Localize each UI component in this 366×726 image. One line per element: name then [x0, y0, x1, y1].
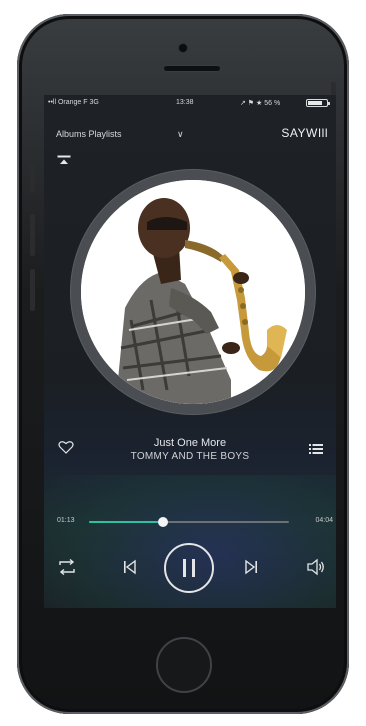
track-artist: TOMMY AND THE BOYS: [130, 451, 250, 462]
clock: 13:38: [176, 99, 194, 106]
carrier-label: ••ll Orange F 3G: [48, 99, 99, 106]
volume-down-key: [30, 269, 35, 311]
playback-controls: [44, 541, 336, 595]
home-button[interactable]: [156, 637, 212, 693]
total-time: 04:04: [315, 517, 333, 524]
earpiece-speaker: [163, 65, 221, 72]
track-info: Just One More TOMMY AND THE BOYS: [44, 437, 336, 464]
front-camera: [179, 44, 187, 52]
mute-switch: [30, 164, 35, 192]
progress-thumb[interactable]: [158, 517, 168, 527]
player-screen: ••ll Orange F 3G 13:38 ↗ ⚑ ★ 56 % Albums…: [44, 95, 336, 608]
progress-bar: 01:13 04:04: [44, 513, 336, 529]
chevron-down-icon[interactable]: ∨: [177, 129, 184, 140]
pause-icon[interactable]: [164, 543, 214, 593]
status-bar: ••ll Orange F 3G 13:38 ↗ ⚑ ★ 56 %: [44, 95, 336, 111]
progress-played: [89, 521, 163, 523]
volume-icon[interactable]: [306, 557, 326, 577]
list-icon[interactable]: [309, 442, 323, 454]
track-title: Just One More: [153, 437, 227, 449]
battery-icon: [306, 99, 330, 107]
volume-up-key: [30, 214, 35, 256]
repeat-icon[interactable]: [58, 558, 76, 576]
next-icon[interactable]: [243, 558, 259, 576]
album-art: [81, 180, 305, 404]
top-bar: Albums Playlists ∨ SAYWIll: [44, 121, 336, 140]
elapsed-time: 01:13: [57, 517, 75, 524]
status-indicators: ↗ ⚑ ★ 56 %: [240, 100, 281, 107]
playlist-selector[interactable]: Albums Playlists: [56, 129, 122, 139]
previous-icon[interactable]: [122, 558, 138, 576]
minimize-icon[interactable]: [57, 155, 71, 165]
device-name[interactable]: SAYWIll: [281, 126, 328, 140]
